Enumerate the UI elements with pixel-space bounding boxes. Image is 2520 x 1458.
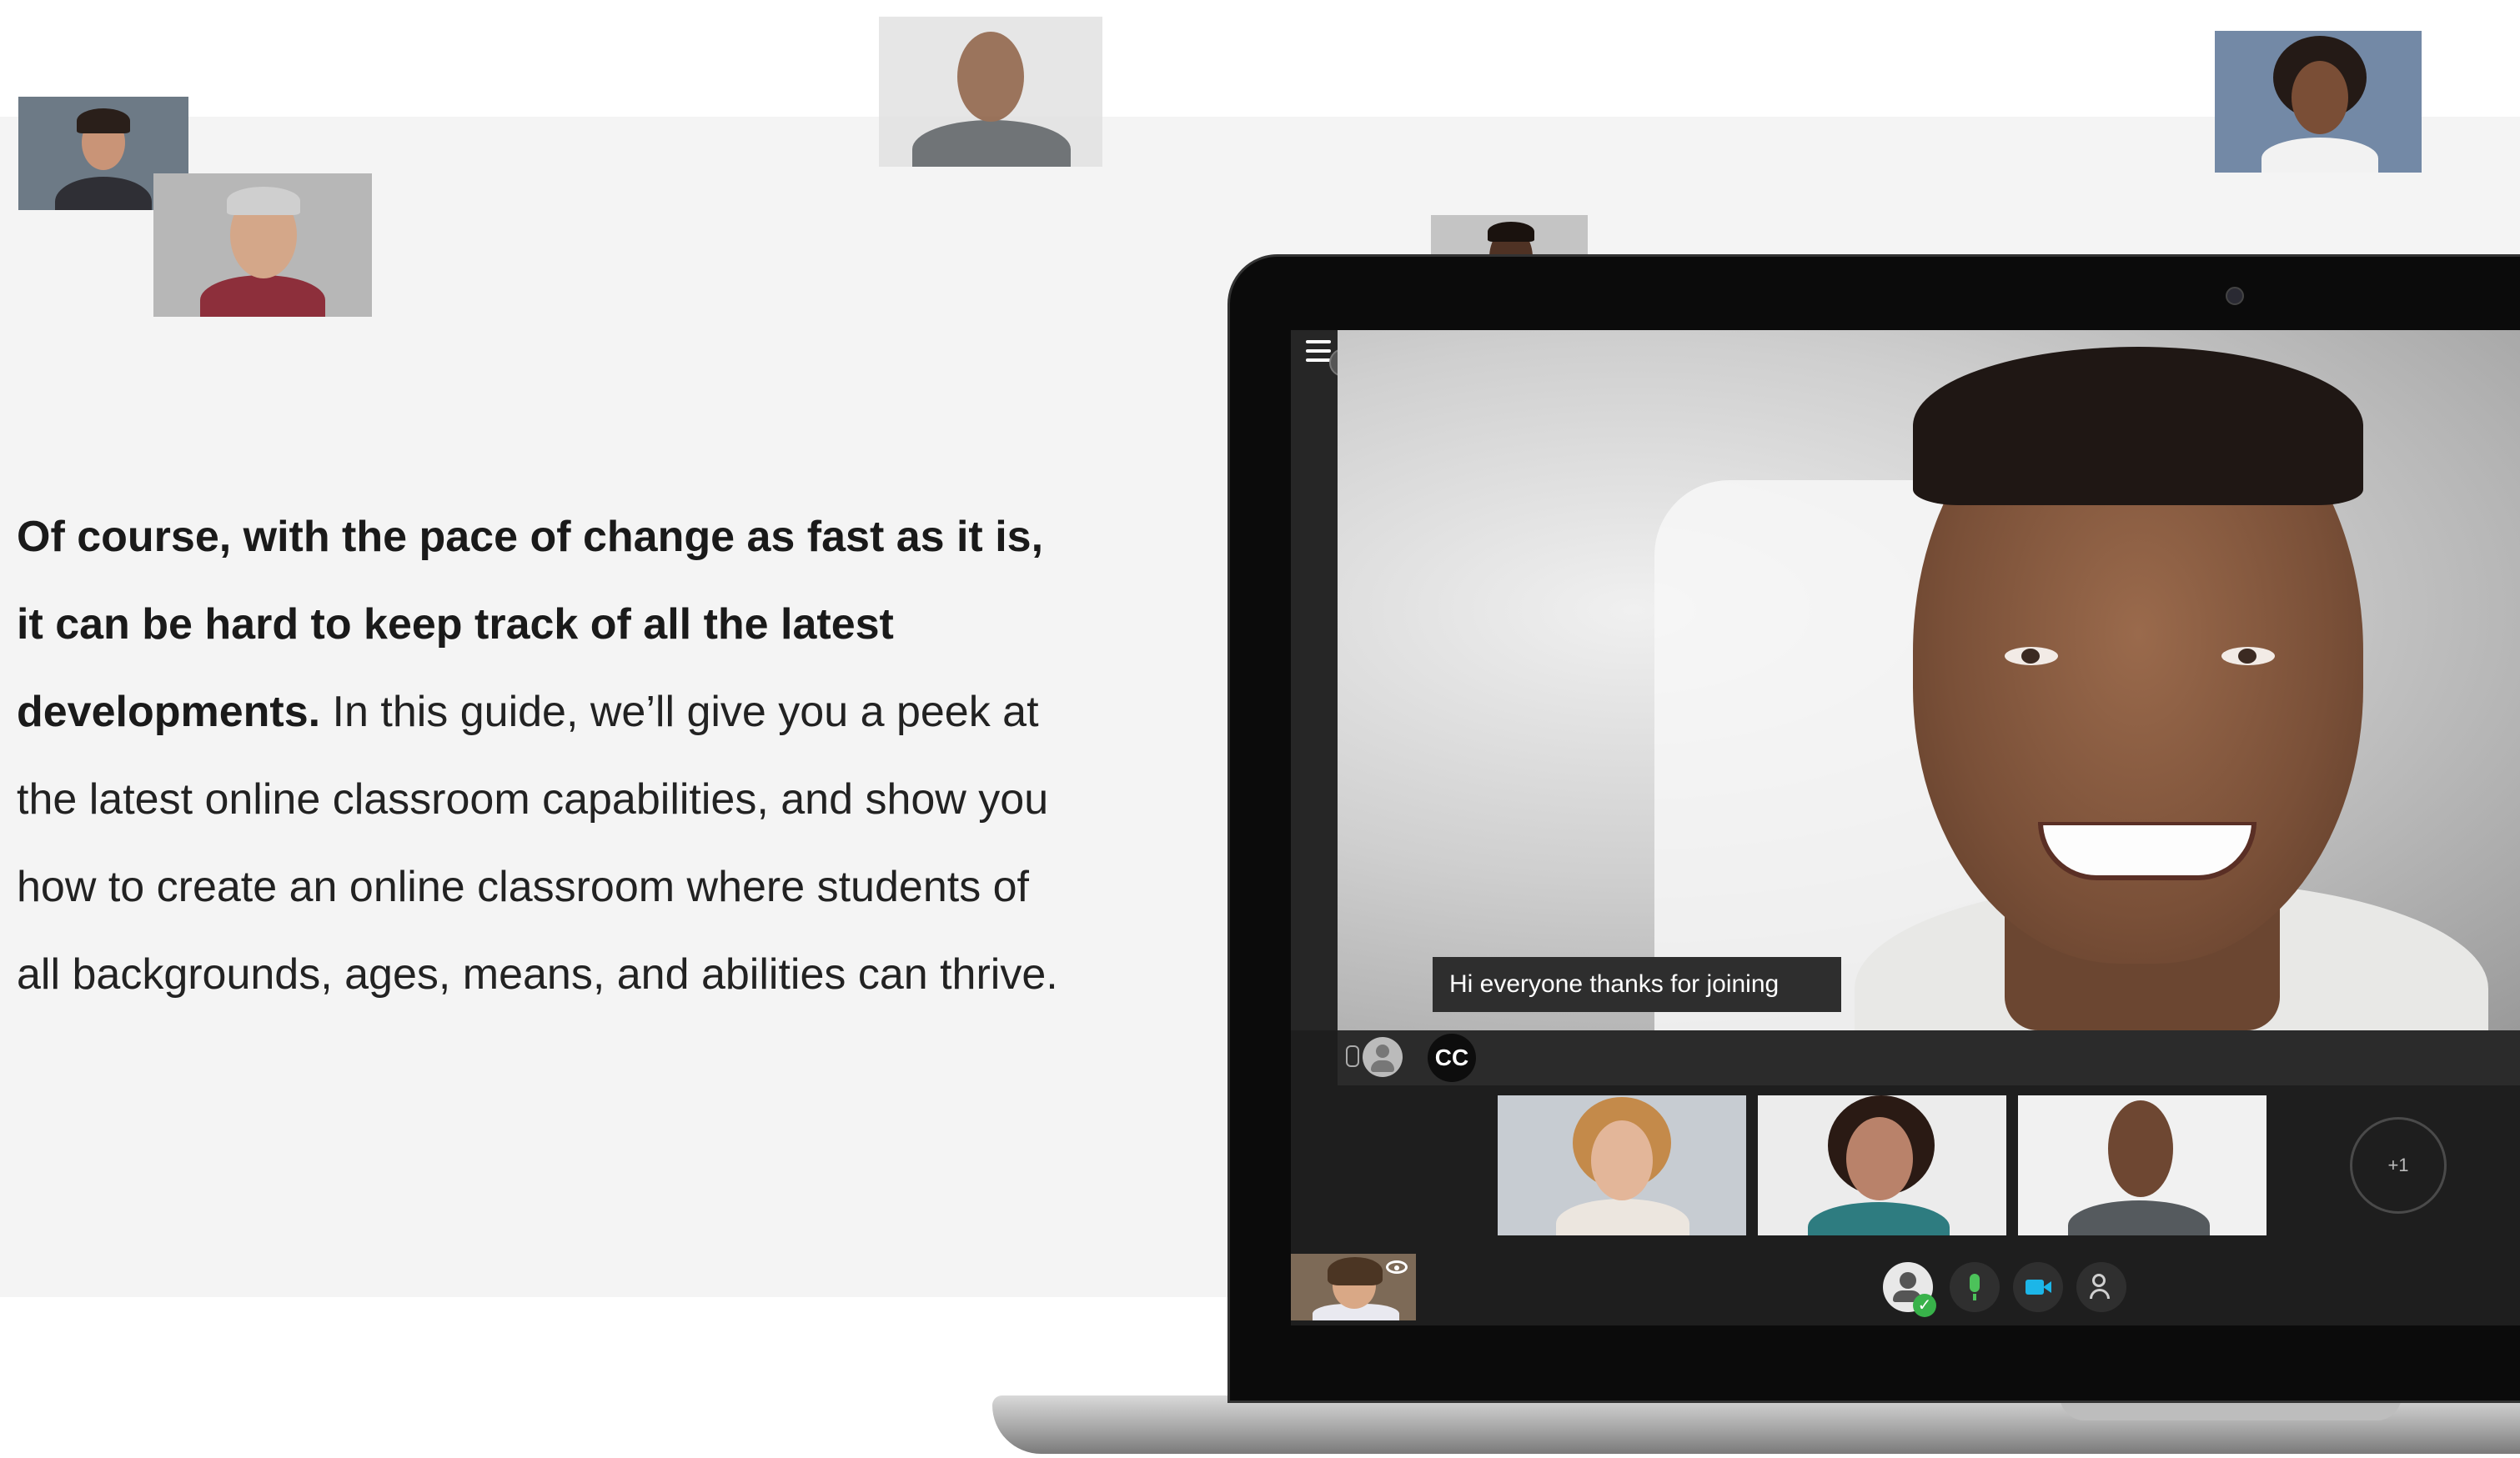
session-toolbar: ✓ xyxy=(1291,1247,2520,1325)
user-avatar-icon xyxy=(1363,1037,1403,1077)
participant-thumbnail-3[interactable] xyxy=(2018,1095,2266,1235)
collaborate-session-screen: Hi everyone thanks for joining CC +1 ✓ xyxy=(1291,330,2520,1325)
more-participants-button[interactable]: +1 xyxy=(2350,1117,2447,1214)
floating-photo-older-man xyxy=(153,173,372,317)
self-video-preview[interactable] xyxy=(1291,1254,1416,1320)
participant-thumbnail-2[interactable] xyxy=(1758,1095,2006,1235)
webcam-dot xyxy=(2226,287,2244,305)
closed-caption-text: Hi everyone thanks for joining xyxy=(1433,957,1841,1012)
status-check-badge: ✓ xyxy=(1913,1294,1936,1317)
cc-button[interactable]: CC xyxy=(1428,1034,1476,1082)
menu-icon[interactable] xyxy=(1306,340,1331,362)
participant-thumbnail-1[interactable] xyxy=(1498,1095,1746,1235)
share-icon[interactable] xyxy=(2076,1262,2126,1312)
intro-paragraph: Of course, with the pace of change as fa… xyxy=(17,494,1076,1019)
camera-icon[interactable] xyxy=(2013,1262,2063,1312)
microphone-icon xyxy=(1346,1045,1359,1067)
floating-photo-woman-curly xyxy=(2215,31,2422,173)
microphone-toggle-icon[interactable] xyxy=(1950,1262,2000,1312)
session-side-strip xyxy=(1291,330,1338,1030)
speaker-control-row: CC xyxy=(1338,1030,2520,1085)
main-speaker-video xyxy=(1338,330,2520,1030)
eye-icon[interactable] xyxy=(1386,1260,1408,1274)
floating-photo-bald-man xyxy=(879,17,1102,167)
